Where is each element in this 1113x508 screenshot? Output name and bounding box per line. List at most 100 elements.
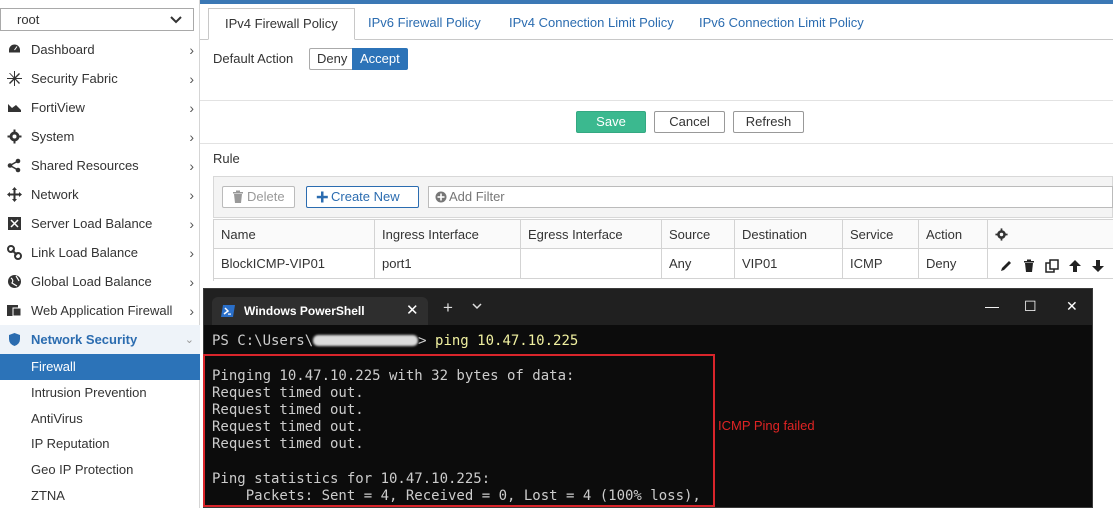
- default-action-deny-button[interactable]: Deny: [309, 48, 356, 70]
- sidebar-subitem-ztna[interactable]: ZTNA: [0, 483, 200, 508]
- powershell-tab[interactable]: Windows PowerShell ✕: [212, 297, 428, 325]
- sidebar-subitem-intrusion-prevention[interactable]: Intrusion Prevention: [0, 380, 200, 406]
- chevron-right-icon: ›: [189, 302, 194, 319]
- refresh-button[interactable]: Refresh: [733, 111, 804, 133]
- sidebar-item-global-load-balance[interactable]: Global Load Balance ›: [0, 267, 200, 296]
- sidebar-item-label: Shared Resources: [31, 158, 139, 173]
- sidebar-item-network[interactable]: Network ›: [0, 180, 200, 209]
- arrow-up-icon[interactable]: [1068, 259, 1084, 273]
- sidebar-subitem-geo-ip-protection[interactable]: Geo IP Protection: [0, 457, 200, 483]
- trash-icon[interactable]: [1022, 259, 1038, 273]
- sidebar-subitem-label: Geo IP Protection: [31, 462, 134, 477]
- sidebar-subitem-label: IP Reputation: [31, 436, 110, 451]
- sidebar-item-label: System: [31, 129, 75, 144]
- powershell-titlebar: Windows PowerShell ✕ + — ☐ ✕: [204, 289, 1092, 325]
- new-tab-icon[interactable]: +: [443, 298, 453, 318]
- tab-ipv6-connection-limit-policy[interactable]: IPv6 Connection Limit Policy: [683, 8, 880, 40]
- cell-service: ICMP: [843, 249, 919, 279]
- chart-icon: [7, 100, 22, 115]
- cell-name: BlockICMP-VIP01: [214, 249, 375, 279]
- share-icon: [7, 158, 22, 173]
- sidebar-subitem-label: Intrusion Prevention: [31, 385, 147, 400]
- chevron-right-icon: ›: [189, 41, 194, 58]
- sidebar-subitem-label: AntiVirus: [31, 411, 83, 426]
- sidebar-subitem-label: ZTNA: [31, 488, 65, 503]
- close-window-icon[interactable]: ✕: [1066, 298, 1078, 315]
- tab-ipv6-firewall-policy[interactable]: IPv6 Firewall Policy: [352, 8, 497, 40]
- sidebar-item-label: FortiView: [31, 100, 85, 115]
- cell-egress: [521, 249, 662, 279]
- sidebar-item-label: Network Security: [31, 332, 138, 347]
- minimize-icon[interactable]: —: [985, 298, 999, 314]
- sidebar-item-label: Link Load Balance: [31, 245, 138, 260]
- trash-icon: [233, 190, 243, 203]
- sidebar-subitem-ip-reputation[interactable]: IP Reputation: [0, 431, 200, 457]
- delete-button[interactable]: Delete: [222, 186, 295, 208]
- chevron-right-icon: ›: [189, 99, 194, 116]
- sidebar-item-network-security[interactable]: Network Security ⌄: [0, 325, 200, 354]
- sidebar-item-fortiview[interactable]: FortiView ›: [0, 93, 200, 122]
- sidebar-item-link-load-balance[interactable]: Link Load Balance ›: [0, 238, 200, 267]
- sidebar-item-label: Dashboard: [31, 42, 95, 57]
- divider: [200, 100, 1113, 101]
- clone-icon[interactable]: [1045, 259, 1061, 273]
- column-header-ingress[interactable]: Ingress Interface: [375, 219, 521, 249]
- highlight-box: [203, 354, 715, 507]
- link-icon: [7, 245, 22, 260]
- column-header-destination[interactable]: Destination: [735, 219, 843, 249]
- cell-source: Any: [662, 249, 735, 279]
- tab-ipv4-firewall-policy[interactable]: IPv4 Firewall Policy: [208, 8, 355, 40]
- sidebar-item-security-fabric[interactable]: Security Fabric ›: [0, 64, 200, 93]
- chevron-right-icon: ›: [189, 157, 194, 174]
- gear-icon: [995, 228, 1008, 241]
- chevron-down-icon[interactable]: [471, 300, 483, 312]
- sidebar-item-dashboard[interactable]: Dashboard ›: [0, 35, 200, 64]
- sidebar-item-system[interactable]: System ›: [0, 122, 200, 151]
- tab-ipv4-connection-limit-policy[interactable]: IPv4 Connection Limit Policy: [493, 8, 690, 40]
- redacted-username: [313, 335, 419, 346]
- fabric-icon: [7, 71, 22, 86]
- create-new-button-label: Create New: [331, 189, 400, 204]
- close-tab-icon[interactable]: ✕: [406, 301, 419, 319]
- column-header-name[interactable]: Name: [214, 219, 375, 249]
- column-header-action[interactable]: Action: [919, 219, 988, 249]
- sidebar-subitem-label: Firewall: [31, 359, 76, 374]
- rule-section-title: Rule: [213, 151, 240, 166]
- chevron-down-icon: [170, 16, 182, 24]
- cell-ingress: port1: [375, 249, 521, 279]
- save-button[interactable]: Save: [576, 111, 646, 133]
- powershell-tab-title: Windows PowerShell: [244, 304, 365, 318]
- column-settings[interactable]: [988, 219, 1113, 249]
- plus-circle-icon: [435, 191, 447, 203]
- powershell-icon: [221, 305, 235, 317]
- cancel-button[interactable]: Cancel: [654, 111, 725, 133]
- add-filter-input[interactable]: Add Filter: [428, 186, 1113, 208]
- waf-icon: [7, 303, 22, 318]
- maximize-icon[interactable]: ☐: [1024, 298, 1037, 315]
- column-header-egress[interactable]: Egress Interface: [521, 219, 662, 249]
- chevron-right-icon: ›: [189, 70, 194, 87]
- edit-icon[interactable]: [999, 259, 1015, 273]
- sidebar-subitem-firewall[interactable]: Firewall: [0, 354, 200, 380]
- chevron-down-icon: ⌄: [184, 334, 194, 346]
- column-header-service[interactable]: Service: [843, 219, 919, 249]
- globe-icon: [7, 274, 22, 289]
- delete-button-label: Delete: [247, 189, 285, 204]
- vdom-select[interactable]: root: [0, 8, 194, 31]
- cell-destination: VIP01: [735, 249, 843, 279]
- create-new-button[interactable]: Create New: [306, 186, 419, 208]
- column-header-source[interactable]: Source: [662, 219, 735, 249]
- arrow-down-icon[interactable]: [1091, 259, 1107, 273]
- sidebar-item-server-load-balance[interactable]: Server Load Balance ›: [0, 209, 200, 238]
- plus-icon: [316, 191, 328, 203]
- sidebar-item-web-application-firewall[interactable]: Web Application Firewall ›: [0, 296, 200, 325]
- default-action-accept-button[interactable]: Accept: [352, 48, 408, 70]
- sidebar-item-shared-resources[interactable]: Shared Resources ›: [0, 151, 200, 180]
- prompt-line: PS C:\Users\ > ping 10.47.10.225: [212, 333, 578, 350]
- chevron-right-icon: ›: [189, 244, 194, 261]
- chevron-right-icon: ›: [189, 128, 194, 145]
- chevron-right-icon: ›: [189, 215, 194, 232]
- sidebar-item-label: Server Load Balance: [31, 216, 153, 231]
- sidebar-subitem-antivirus[interactable]: AntiVirus: [0, 406, 200, 432]
- prompt-prefix: PS C:\Users\: [212, 333, 314, 349]
